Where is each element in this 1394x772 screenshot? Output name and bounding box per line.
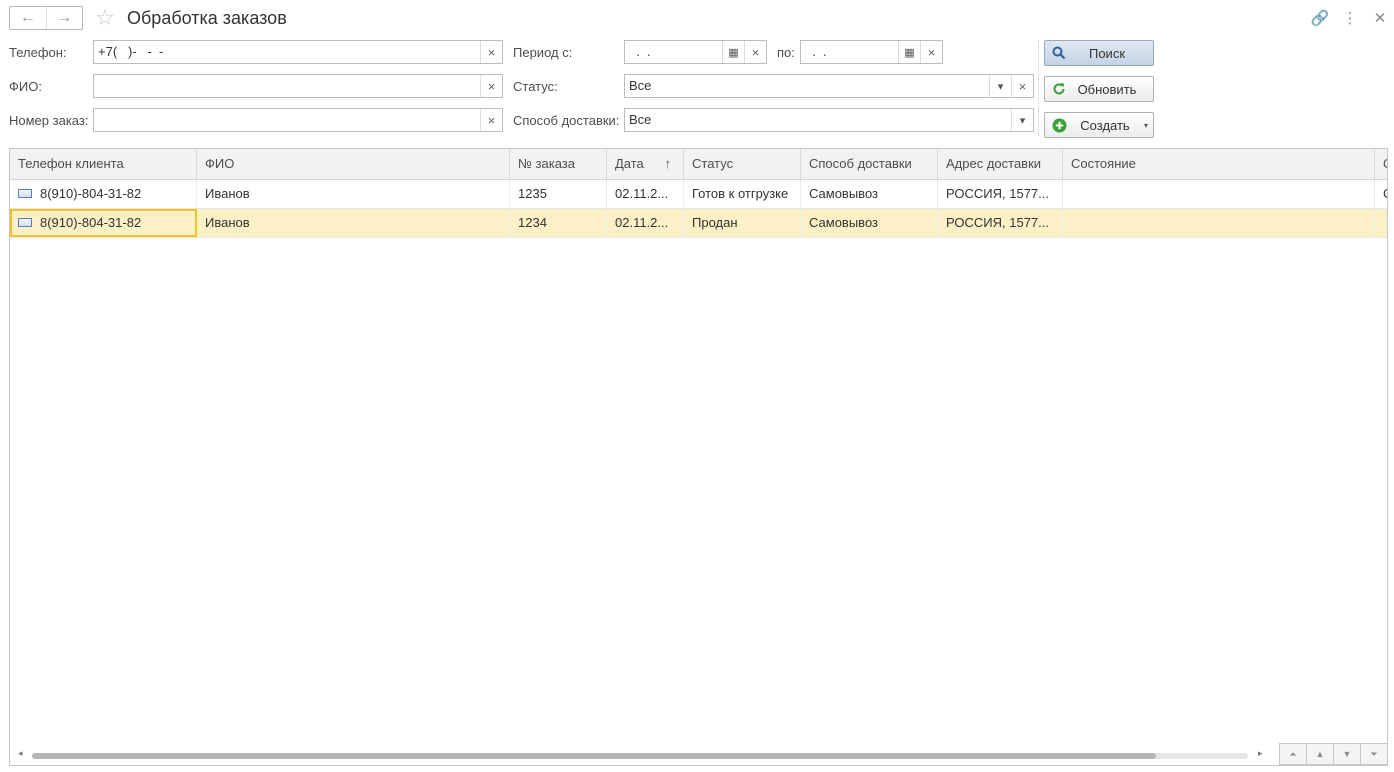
fio-label: ФИО: <box>9 79 42 94</box>
forward-arrow-icon[interactable]: → <box>45 7 83 29</box>
close-icon[interactable]: ✕ <box>1370 8 1390 28</box>
table-header: Телефон клиента ФИО № заказа Дата ↑ Стат… <box>10 149 1387 180</box>
horizontal-scrollbar[interactable]: ◂ ▸ <box>10 747 1387 765</box>
cell-address: РОССИЯ, 1577... <box>938 180 1063 208</box>
cell-fio: Иванов <box>197 180 510 208</box>
period-to-input[interactable]: . . <box>801 41 898 63</box>
scroll-left-icon[interactable]: ◂ <box>18 748 23 759</box>
filter-separator <box>1038 40 1039 136</box>
orders-table: Телефон клиента ФИО № заказа Дата ↑ Стат… <box>9 148 1388 766</box>
cell-order: 1234 <box>510 209 607 237</box>
clear-icon[interactable]: × <box>480 75 502 97</box>
cell-extra: С <box>1375 180 1387 208</box>
column-header-status[interactable]: Статус <box>684 149 801 179</box>
status-label: Статус: <box>513 79 558 94</box>
go-last-icon[interactable]: ⏷ <box>1360 743 1387 765</box>
period-to-field[interactable]: . . ▦ × <box>800 40 943 64</box>
phone-input[interactable]: +7( )- - - <box>94 41 480 63</box>
more-menu-icon[interactable]: ⋮ <box>1340 8 1360 28</box>
plus-circle-icon <box>1045 118 1073 133</box>
search-button[interactable]: Поиск <box>1044 40 1154 66</box>
clear-icon[interactable]: × <box>480 109 502 131</box>
cell-address: РОССИЯ, 1577... <box>938 209 1063 237</box>
list-navigation: ⏶ ▲ ▼ ⏷ <box>1279 743 1387 765</box>
cell-delivery: Самовывоз <box>801 209 938 237</box>
cell-fio: Иванов <box>197 209 510 237</box>
table-row-selected[interactable]: 8(910)-804-31-82 Иванов 1234 02.11.2... … <box>10 209 1387 238</box>
clear-icon[interactable]: × <box>1011 75 1033 97</box>
cell-date: 02.11.2... <box>607 209 684 237</box>
table-row[interactable]: 8(910)-804-31-82 Иванов 1235 02.11.2... … <box>10 180 1387 209</box>
go-up-icon[interactable]: ▲ <box>1306 743 1333 765</box>
clear-icon[interactable]: × <box>744 41 766 63</box>
phone-field[interactable]: +7( )- - - × <box>93 40 503 64</box>
refresh-icon <box>1045 82 1073 96</box>
column-header-fio[interactable]: ФИО <box>197 149 510 179</box>
create-button[interactable]: Создать ▾ <box>1044 112 1154 138</box>
scroll-right-icon[interactable]: ▸ <box>1258 748 1263 759</box>
cell-state <box>1063 180 1375 208</box>
go-first-icon[interactable]: ⏶ <box>1279 743 1306 765</box>
column-header-phone[interactable]: Телефон клиента <box>10 149 197 179</box>
phone-icon <box>18 218 32 228</box>
phone-label: Телефон: <box>9 45 67 60</box>
create-button-label: Создать <box>1080 117 1130 133</box>
search-icon <box>1045 46 1073 60</box>
cell-phone-text: 8(910)-804-31-82 <box>40 215 142 230</box>
cell-order: 1235 <box>510 180 607 208</box>
fio-field[interactable]: × <box>93 74 503 98</box>
phone-icon <box>18 189 32 199</box>
cell-phone-text: 8(910)-804-31-82 <box>40 186 142 201</box>
period-from-label: Период с: <box>513 45 573 60</box>
cell-phone: 8(910)-804-31-82 <box>10 209 197 237</box>
cell-delivery: Самовывоз <box>801 180 938 208</box>
clear-icon[interactable]: × <box>920 41 942 63</box>
period-from-field[interactable]: . . ▦ × <box>624 40 767 64</box>
calendar-icon[interactable]: ▦ <box>722 41 744 63</box>
refresh-button-label: Обновить <box>1077 81 1137 97</box>
status-select[interactable]: Все ▾ × <box>624 74 1034 98</box>
fio-input[interactable] <box>94 75 480 97</box>
scroll-thumb[interactable] <box>32 753 1156 759</box>
sort-ascending-icon: ↑ <box>664 156 672 171</box>
column-header-extra[interactable]: С <box>1375 149 1387 179</box>
delivery-label: Способ доставки: <box>513 113 620 128</box>
cell-state <box>1063 209 1375 237</box>
column-header-date-label: Дата <box>615 156 644 171</box>
cell-phone: 8(910)-804-31-82 <box>10 180 197 208</box>
period-to-label: по: <box>777 45 795 60</box>
column-header-date[interactable]: Дата ↑ <box>607 149 684 179</box>
column-header-order[interactable]: № заказа <box>510 149 607 179</box>
column-header-state[interactable]: Состояние <box>1063 149 1375 179</box>
chevron-down-icon[interactable]: ▾ <box>1011 109 1033 131</box>
history-nav: ← → <box>9 6 83 30</box>
order-number-input[interactable] <box>94 109 480 131</box>
back-arrow-icon[interactable]: ← <box>10 7 46 29</box>
cell-date: 02.11.2... <box>607 180 684 208</box>
refresh-button[interactable]: Обновить <box>1044 76 1154 102</box>
calendar-icon[interactable]: ▦ <box>898 41 920 63</box>
link-icon[interactable]: 🔗 <box>1310 8 1330 28</box>
chevron-down-icon[interactable]: ▾ <box>989 75 1011 97</box>
delivery-value[interactable]: Все <box>625 109 1011 131</box>
page-title: Обработка заказов <box>127 8 287 28</box>
order-number-field[interactable]: × <box>93 108 503 132</box>
order-number-label: Номер заказ: <box>9 113 89 128</box>
column-header-delivery[interactable]: Способ доставки <box>801 149 938 179</box>
favorite-star-icon[interactable]: ☆ <box>93 6 117 30</box>
status-value[interactable]: Все <box>625 75 989 97</box>
period-from-input[interactable]: . . <box>625 41 722 63</box>
cell-status: Готов к отгрузке <box>684 180 801 208</box>
cell-extra <box>1375 209 1387 237</box>
clear-icon[interactable]: × <box>480 41 502 63</box>
column-header-address[interactable]: Адрес доставки <box>938 149 1063 179</box>
chevron-down-icon[interactable]: ▾ <box>1139 121 1153 130</box>
delivery-select[interactable]: Все ▾ <box>624 108 1034 132</box>
cell-status: Продан <box>684 209 801 237</box>
go-down-icon[interactable]: ▼ <box>1333 743 1360 765</box>
search-button-label: Поиск <box>1088 45 1126 61</box>
